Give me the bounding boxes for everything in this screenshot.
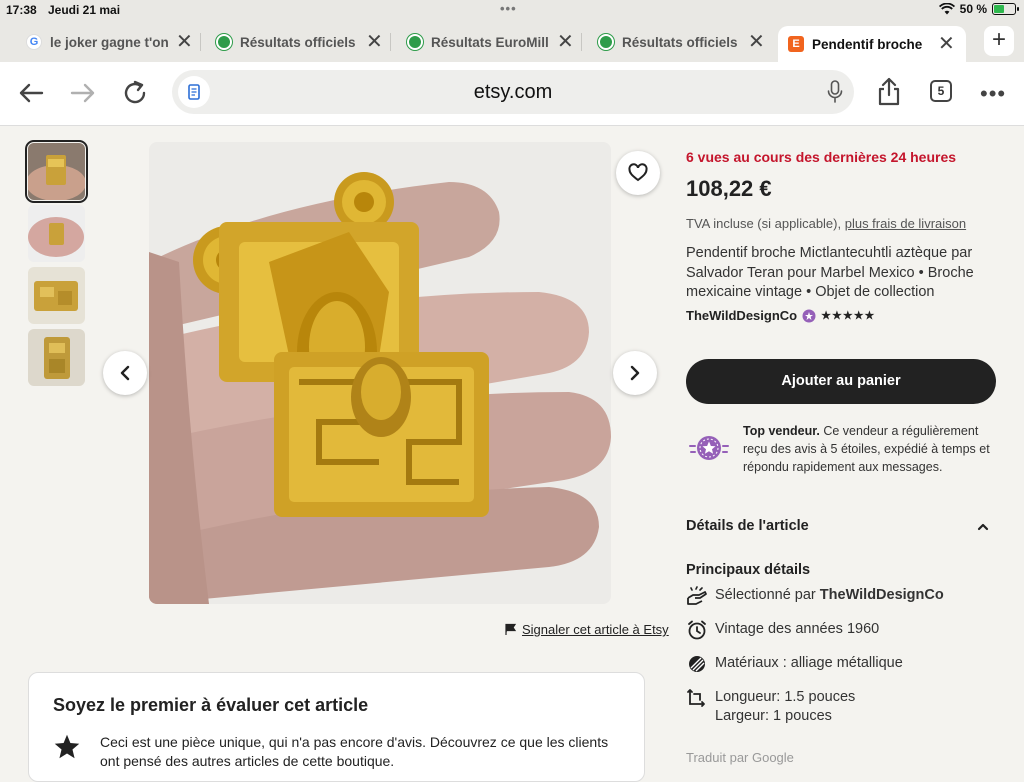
thumbnail-1[interactable] [25, 140, 88, 203]
vat-info: TVA incluse (si applicable), plus frais … [686, 216, 966, 231]
star-seller-badge-icon [802, 309, 816, 322]
vintage-text: Vintage des années 1960 [715, 621, 880, 637]
tab-2[interactable]: Résultats officiels ✕ [216, 26, 391, 58]
tab-4[interactable]: Résultats officiels ✕ [598, 26, 765, 58]
back-arrow-icon[interactable] [16, 78, 46, 108]
flag-icon [505, 623, 517, 635]
address-bar[interactable]: etsy.com [172, 70, 854, 114]
reviews-card: Soyez le premier à évaluer cet article C… [28, 672, 645, 782]
materials-text: Matériaux : alliage métallique [715, 655, 903, 671]
tab-count-button[interactable]: 5 [930, 80, 952, 102]
dimensions-icon [687, 689, 705, 707]
top-seller-label: Top vendeur. [743, 424, 820, 438]
tab-5-active[interactable]: E Pendentif broche ✕ [778, 26, 966, 62]
tab-divider [389, 33, 391, 51]
next-image-button[interactable] [613, 351, 657, 395]
chevron-up-icon[interactable] [976, 520, 990, 534]
views-notice: 6 vues au cours des dernières 24 heures [686, 149, 957, 165]
selected-by-shop[interactable]: TheWildDesignCo [820, 587, 944, 603]
width-text: Largeur: 1 pouces [715, 708, 832, 724]
more-menu-icon[interactable]: ••• [980, 81, 1006, 107]
shipping-link[interactable]: plus frais de livraison [845, 216, 966, 231]
browser-toolbar: etsy.com 5 ••• [0, 62, 1024, 126]
tab-divider [199, 33, 201, 51]
star-icon [54, 734, 80, 759]
tab-label: le joker gagne t'on [50, 34, 168, 50]
etsy-icon: E [788, 36, 804, 52]
materials-icon [689, 656, 705, 672]
site-icon [598, 34, 614, 50]
top-seller-icon [689, 436, 729, 460]
tab-bar: G le joker gagne t'on ✕ Résultats offici… [0, 20, 1024, 62]
report-item-link[interactable]: Signaler cet article à Etsy [504, 622, 669, 637]
url-text: etsy.com [473, 81, 553, 103]
wifi-icon [938, 3, 955, 15]
shop-name[interactable]: TheWildDesignCo [686, 308, 797, 323]
chevron-left-icon [120, 365, 130, 381]
detail-vintage: Vintage des années 1960 [686, 620, 879, 640]
report-link-text: Signaler cet article à Etsy [522, 622, 669, 637]
translated-by-google: Traduit par Google [686, 750, 794, 765]
detail-materials: Matériaux : alliage métallique [686, 654, 903, 674]
favorite-button[interactable] [616, 151, 660, 195]
tab-label: Résultats officiels [622, 34, 738, 50]
site-icon [216, 34, 232, 50]
share-icon[interactable] [876, 76, 902, 106]
tab-label: Résultats EuroMillions [431, 34, 549, 50]
main-details-heading: Principaux détails [686, 562, 811, 578]
thumbnail-3[interactable] [28, 267, 85, 324]
reviews-title: Soyez le premier à évaluer cet article [53, 695, 369, 715]
heart-icon [628, 163, 648, 182]
rating-stars: ★★★★★ [821, 310, 876, 322]
top-seller-text: Top vendeur. Ce vendeur a régulièrement … [743, 422, 1003, 476]
selected-by-prefix: Sélectionné par [715, 587, 820, 603]
forward-arrow-icon[interactable] [68, 78, 98, 108]
details-heading[interactable]: Détails de l'article [686, 518, 809, 534]
tab-3[interactable]: Résultats EuroMillions ✕ [407, 26, 582, 58]
previous-image-button[interactable] [103, 351, 147, 395]
battery-icon [992, 3, 1019, 15]
status-right: 50 % [938, 2, 1019, 16]
google-icon: G [26, 34, 42, 50]
reload-icon[interactable] [120, 78, 150, 108]
site-icon [407, 34, 423, 50]
battery-percent: 50 % [959, 2, 987, 16]
close-icon[interactable]: ✕ [557, 32, 574, 52]
length-text: Longueur: 1.5 pouces [715, 689, 856, 705]
close-icon[interactable]: ✕ [366, 32, 383, 52]
detail-dimensions: Longueur: 1.5 pouces Largeur: 1 pouces [686, 688, 855, 726]
chevron-right-icon [630, 365, 640, 381]
tab-label: Résultats officiels [240, 34, 356, 50]
product-image[interactable] [149, 142, 611, 604]
tab-1[interactable]: G le joker gagne t'on ✕ [26, 26, 201, 58]
tab-divider [580, 33, 582, 51]
shop-line[interactable]: TheWildDesignCo ★★★★★ [686, 308, 875, 323]
close-icon[interactable]: ✕ [748, 32, 765, 52]
multitask-dots-icon[interactable]: ••• [500, 1, 517, 16]
detail-selected-by: Sélectionné par TheWildDesignCo [686, 586, 944, 606]
close-icon[interactable]: ✕ [176, 32, 193, 52]
battery-fill [994, 5, 1004, 13]
clock-icon [688, 620, 706, 640]
status-time: 17:38 [6, 3, 37, 17]
add-to-cart-button[interactable]: Ajouter au panier [686, 359, 996, 404]
status-bar: 17:38 Jeudi 21 mai ••• 50 % [0, 0, 1024, 20]
status-date: Jeudi 21 mai [48, 3, 121, 17]
new-tab-button[interactable]: + [984, 26, 1014, 56]
hand-icon [687, 586, 707, 605]
vat-text: TVA incluse (si applicable), [686, 216, 845, 231]
product-title: Pendentif broche Mictlantecuhtli aztèque… [686, 245, 974, 300]
price: 108,22 € [686, 176, 772, 201]
thumbnail-2[interactable] [28, 205, 85, 262]
thumbnail-4[interactable] [28, 329, 85, 386]
reviews-text: Ceci est une pièce unique, qui n'a pas e… [100, 734, 609, 769]
tab-label: Pendentif broche [812, 36, 923, 52]
close-icon[interactable]: ✕ [938, 34, 955, 54]
microphone-icon[interactable] [826, 80, 844, 104]
